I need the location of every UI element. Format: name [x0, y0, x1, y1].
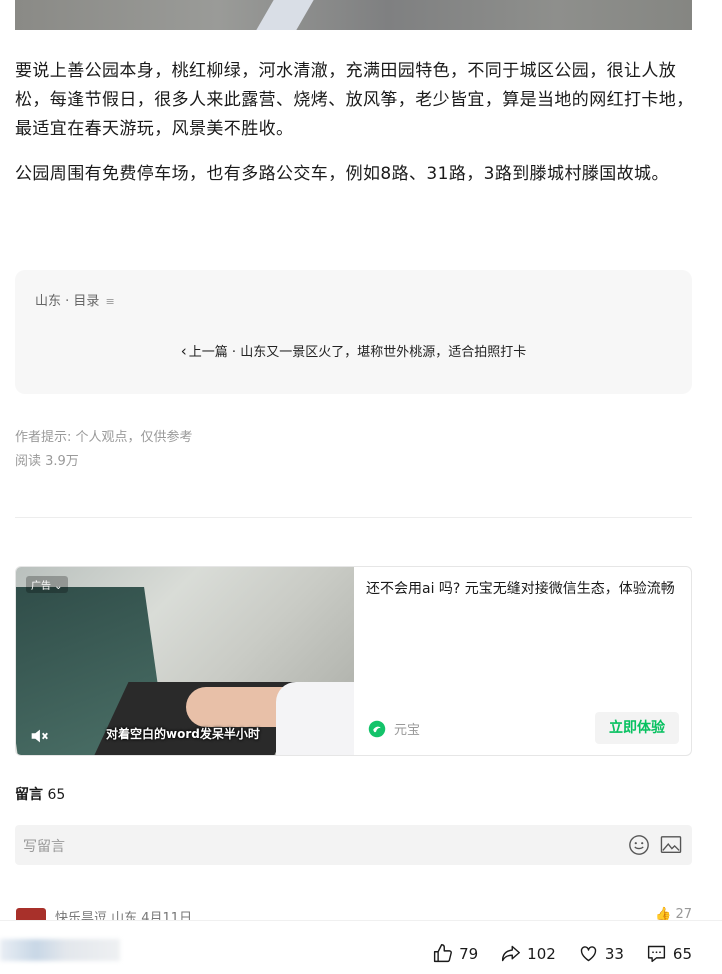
author-note: 作者提示: 个人观点，仅供参考 [15, 430, 193, 445]
emoji-icon[interactable] [628, 834, 650, 856]
series-toc-card: 山东 · 目录 ≡ ‹ 上一篇 · 山东又一景区火了，堪称世外桃源，适合拍照打卡 [15, 270, 692, 394]
comment-like-count: 27 [675, 907, 692, 921]
ad-video-thumbnail[interactable]: 广告 ⌄ 对着空白的word发呆半小时 [16, 567, 354, 755]
thumbs-up-icon [434, 944, 453, 963]
try-now-button[interactable]: 立即体验 [595, 712, 679, 744]
comment-placeholder: 写留言 [23, 839, 65, 855]
image-icon[interactable] [660, 835, 682, 855]
like-button[interactable]: 79 [432, 943, 478, 964]
comments-label: 留言 [15, 787, 43, 803]
bottom-action-bar: 79 102 33 65 [0, 920, 722, 974]
comment-count: 65 [672, 944, 692, 963]
article-top-image [15, 0, 692, 30]
comment-input[interactable]: 写留言 [15, 825, 692, 865]
comments-header: 留言 65 [15, 784, 65, 804]
heart-icon [580, 946, 597, 962]
sleeve-graphic [276, 682, 354, 755]
ad-brand-name: 元宝 [394, 723, 421, 738]
article-paragraph-1: 要说上善公园本身，桃红柳绿，河水清澈，充满田园特色，不同于城区公园，很让人放松，… [15, 61, 694, 139]
favorite-count: 33 [604, 944, 624, 963]
divider [15, 517, 692, 518]
comment-item[interactable]: 快乐昙逗 山东 4月11日 👍 27 [15, 905, 692, 921]
like-count: 79 [459, 944, 479, 963]
comment-author-line: 快乐昙逗 山东 4月11日 [55, 911, 193, 921]
share-count: 102 [527, 944, 556, 963]
comment-button[interactable]: 65 [646, 943, 692, 964]
comment-icon [647, 945, 665, 963]
toc-header[interactable]: 山东 · 目录 ≡ [35, 290, 115, 309]
read-count: 阅读 3.9万 [15, 454, 79, 469]
image-highlight [250, 0, 320, 30]
comment-like[interactable]: 👍 27 [655, 907, 692, 921]
favorite-button[interactable]: 33 [578, 943, 624, 964]
mute-icon[interactable] [28, 725, 50, 747]
comments-count: 65 [47, 787, 66, 803]
video-subtitle: 对着空白的word发呆半小时 [106, 727, 260, 741]
author-avatar-blurred[interactable] [0, 939, 120, 961]
share-icon [502, 945, 521, 962]
article-paragraph-2: 公园周围有免费停车场，也有多路公交车，例如8路、31路，3路到滕城村滕国故城。 [15, 164, 669, 184]
ad-brand[interactable]: 元宝 [368, 719, 420, 738]
ad-card[interactable]: 广告 ⌄ 对着空白的word发呆半小时 还不会用ai 吗? 元宝无缝对接微信生态… [15, 566, 692, 756]
chevron-left-icon: ‹ [180, 342, 187, 360]
previous-article-label: 上一篇 · 山东又一景区火了，堪称世外桃源，适合拍照打卡 [188, 345, 527, 360]
ad-badge[interactable]: 广告 ⌄ [26, 576, 68, 593]
ad-title[interactable]: 还不会用ai 吗? 元宝无缝对接微信生态，体验流畅 [366, 579, 676, 600]
menu-icon: ≡ [105, 295, 115, 308]
previous-article-link[interactable]: ‹ 上一篇 · 山东又一景区火了，堪称世外桃源，适合拍照打卡 [15, 341, 692, 360]
thumbs-up-icon: 👍 [655, 907, 672, 921]
toc-header-label: 山东 · 目录 [35, 294, 100, 309]
action-group: 79 102 33 65 [432, 943, 692, 964]
share-button[interactable]: 102 [500, 943, 556, 964]
yuanbao-logo-icon [368, 720, 386, 737]
